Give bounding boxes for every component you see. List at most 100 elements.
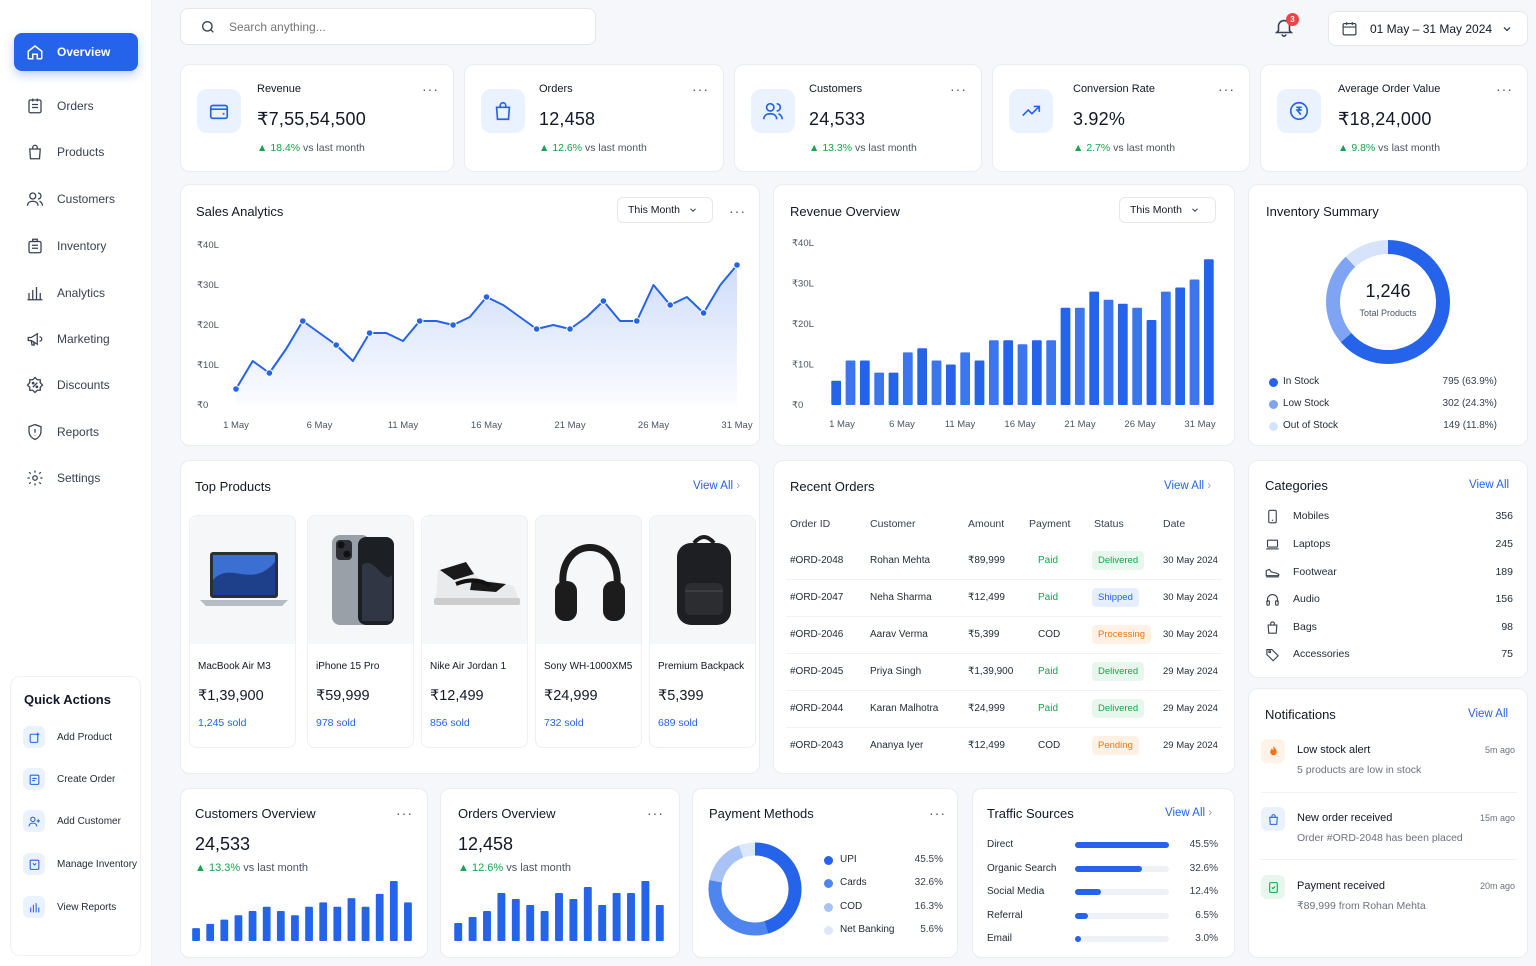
product-card[interactable]: iPhone 15 Pro ₹59,999 978 sold	[307, 515, 414, 748]
sales-point	[299, 317, 307, 325]
more-options-button[interactable]: ···	[396, 806, 413, 820]
view-reports-button[interactable]: View Reports	[23, 894, 141, 920]
table-row[interactable]: #ORD-2048 Rohan Mehta ₹89,999 Paid Delivered…	[774, 543, 1236, 579]
mini-bar	[540, 911, 549, 941]
kpi-change-value: 9.8%	[1351, 142, 1376, 154]
add-customer-button[interactable]: Add Customer	[23, 808, 141, 834]
table-row[interactable]: #ORD-2045 Priya Singh ₹1,39,900 Paid Deliver…	[774, 654, 1236, 690]
sales-point	[532, 325, 541, 333]
search-box[interactable]	[180, 8, 596, 45]
revenue-bar	[888, 372, 899, 405]
overview-value: 12,458	[458, 834, 514, 854]
gear-icon	[27, 470, 43, 486]
mini-bar	[497, 893, 506, 941]
date-range-picker[interactable]: 01 May – 31 May 2024	[1328, 11, 1528, 46]
view-all-products-link[interactable]: View All ›	[693, 480, 740, 492]
kpi-value: ₹7,55,54,500	[257, 109, 366, 129]
product-card[interactable]: MacBook Air M3 ₹1,39,900 1,245 sold	[189, 515, 296, 748]
product-card[interactable]: Premium Backpack ₹5,399 689 sold	[649, 515, 756, 748]
category-count: 189	[1495, 566, 1513, 578]
product-sold: 856 sold	[430, 717, 470, 729]
trend-up-arrow-icon: ▲	[1073, 142, 1087, 154]
kpi-change: ▲ 18.4% vs last month	[257, 142, 365, 154]
sidebar-item-overview[interactable]: Overview	[14, 33, 138, 71]
mini-bar	[612, 893, 621, 941]
table-row[interactable]: #ORD-2044 Karan Malhotra ₹24,999 Paid Delive…	[774, 691, 1236, 727]
search-input[interactable]	[229, 17, 569, 37]
category-row-footwear[interactable]: Footwear 189	[1265, 562, 1513, 582]
notification-subtitle: 5 products are low in stock	[1297, 764, 1422, 776]
notifications-button[interactable]: 3	[1273, 13, 1299, 40]
more-options-button[interactable]: ···	[1218, 82, 1235, 96]
mini-bar	[641, 881, 650, 941]
discount-icon	[26, 376, 44, 394]
kpi-change: ▲ 12.6% vs last month	[539, 142, 647, 154]
mini-bar	[347, 898, 356, 941]
y-tick-label: ₹0	[197, 400, 208, 411]
sidebar-item-settings[interactable]: Settings	[14, 459, 138, 497]
more-options-button[interactable]: ···	[950, 82, 967, 96]
view-all-categories-link[interactable]: View All	[1469, 479, 1509, 491]
more-options-button[interactable]: ···	[1496, 82, 1513, 96]
product-card[interactable]: Sony WH-1000XM5 ₹24,999 732 sold	[535, 515, 642, 748]
categories-card: Categories View All Mobiles 356 Laptops …	[1248, 460, 1528, 678]
more-options-button[interactable]: ···	[929, 806, 946, 820]
traffic-label: Referral	[987, 909, 1023, 921]
revenue-period-select[interactable]: This Month	[1119, 197, 1216, 223]
view-all-orders-link[interactable]: View All ›	[1164, 480, 1211, 492]
view-all-notifications-link[interactable]: View All	[1468, 708, 1508, 720]
sales-point	[449, 321, 457, 329]
status-badge: Delivered	[1092, 699, 1145, 718]
revenue-bar	[1203, 259, 1214, 405]
sidebar-item-customers[interactable]: Customers	[14, 180, 138, 218]
mini-bar	[483, 911, 491, 941]
view-all-traffic-link[interactable]: View All ›	[1165, 807, 1212, 819]
amount-cell: ₹24,999	[968, 703, 1005, 714]
sidebar-item-orders[interactable]: Orders	[14, 87, 138, 125]
category-label: Bags	[1293, 621, 1317, 633]
kpi-value: 12,458	[539, 109, 596, 129]
revenue-bar	[831, 380, 842, 405]
product-card[interactable]: Nike Air Jordan 1 ₹12,499 856 sold	[421, 515, 528, 748]
customer-cell: Aarav Verma	[870, 629, 928, 640]
notification-subtitle: ₹89,999 from Rohan Mehta	[1297, 900, 1426, 912]
sidebar-item-reports[interactable]: Reports	[14, 413, 138, 451]
category-row-accessories[interactable]: Accessories 75	[1265, 644, 1513, 664]
more-options-button[interactable]: ···	[729, 204, 746, 218]
kpi-label: Customers	[809, 83, 863, 95]
sidebar-item-products[interactable]: Products	[14, 133, 138, 171]
customer-cell: Karan Malhotra	[870, 703, 939, 714]
table-row[interactable]: #ORD-2046 Aarav Verma ₹5,399 COD Processing 3…	[774, 617, 1236, 653]
sidebar-item-label: Settings	[57, 471, 101, 485]
more-options-button[interactable]: ···	[422, 82, 439, 96]
mini-bar	[220, 919, 229, 941]
manage-inventory-button[interactable]: Manage Inventory	[23, 851, 141, 877]
table-row[interactable]: #ORD-2047 Neha Sharma ₹12,499 Paid Shipped 30…	[774, 580, 1236, 616]
category-row-mobiles[interactable]: Mobiles 356	[1265, 506, 1513, 526]
category-row-bags[interactable]: Bags 98	[1265, 617, 1513, 637]
sales-point	[332, 341, 340, 349]
table-row[interactable]: #ORD-2043 Ananya Iyer ₹12,499 COD Pending 29 …	[774, 728, 1236, 764]
more-options-button[interactable]: ···	[692, 82, 709, 96]
traffic-bar-fill	[1075, 912, 1089, 919]
sidebar-item-discounts[interactable]: Discounts	[14, 366, 138, 404]
legend-dot	[1269, 422, 1278, 431]
category-row-audio[interactable]: Audio 156	[1265, 589, 1513, 609]
add-product-button[interactable]: Add Product	[23, 724, 141, 750]
x-tick-label: 16 May	[1004, 419, 1035, 430]
y-tick-label: ₹30L	[197, 280, 219, 291]
create-order-button[interactable]: Create Order	[23, 766, 141, 792]
more-options-button[interactable]: ···	[647, 806, 664, 820]
trend-up-arrow-icon: ▲	[539, 142, 553, 154]
kpi-label: Orders	[539, 83, 573, 95]
category-row-laptops[interactable]: Laptops 245	[1265, 534, 1513, 554]
customer-cell: Ananya Iyer	[870, 740, 924, 751]
traffic-bar-track	[1075, 889, 1169, 895]
sidebar-item-inventory[interactable]: Inventory	[14, 227, 138, 265]
legend-dot	[1269, 378, 1278, 387]
product-name: iPhone 15 Pro	[316, 661, 380, 672]
sidebar-item-marketing[interactable]: Marketing	[14, 320, 138, 358]
sidebar-item-analytics[interactable]: Analytics	[14, 274, 138, 312]
sales-period-select[interactable]: This Month	[617, 197, 713, 223]
rupee-icon	[1277, 89, 1321, 133]
